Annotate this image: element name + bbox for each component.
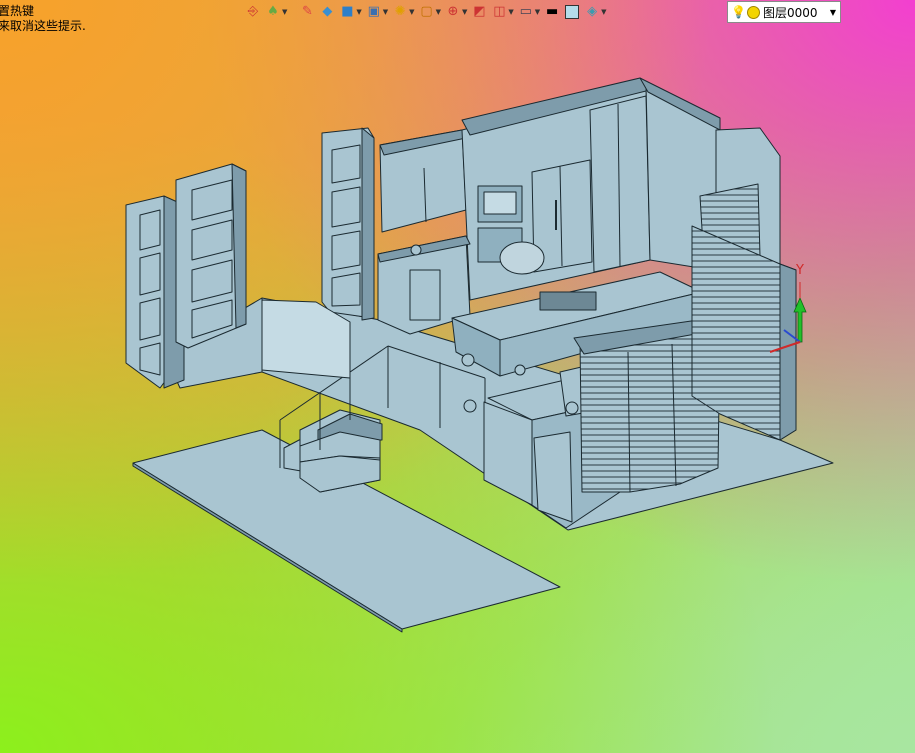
chair-left	[533, 431, 573, 523]
y-axis-label: Y	[795, 263, 804, 278]
graphics-viewport[interactable]: 置热键 来取消这些提示. ⎆ ♠ ▼ ✎ ◆ ■ ▼ ▣ ▼ ✺ ▼ ▢ ▼ ⊕ ▼ ◩ ◫…	[0, 0, 915, 753]
cooktop	[539, 291, 597, 311]
kitchen-3d-model[interactable]: Y	[0, 0, 915, 753]
booth-base	[483, 401, 533, 506]
range-hood	[499, 241, 545, 275]
